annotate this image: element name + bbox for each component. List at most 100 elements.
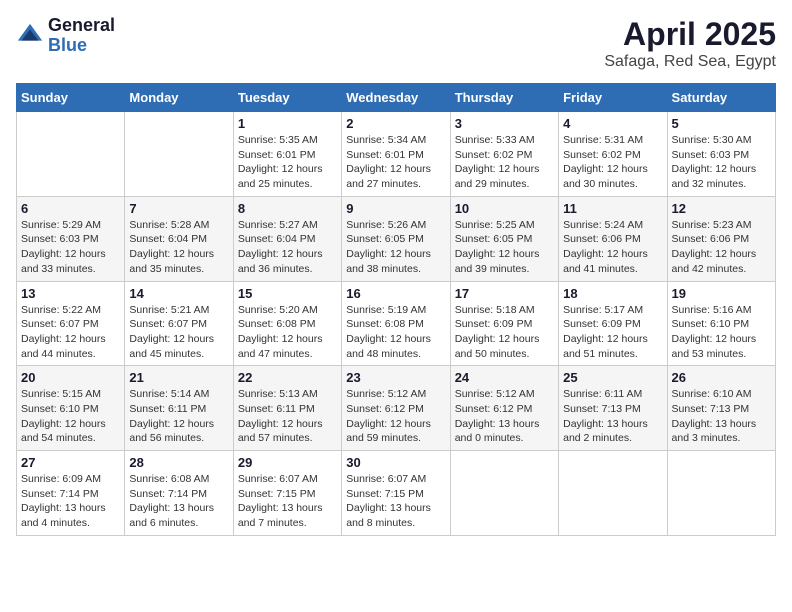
day-number: 25 [563,370,662,385]
calendar-cell: 30Sunrise: 6:07 AMSunset: 7:15 PMDayligh… [342,451,450,536]
page-header: General Blue April 2025 Safaga, Red Sea,… [16,16,776,71]
calendar-cell: 20 Sunrise: 5:15 AMSunset: 6:10 PMDayligh… [17,366,125,451]
calendar-cell: 19 Sunrise: 5:16 AMSunset: 6:10 PMDayligh… [667,281,775,366]
day-detail: Sunrise: 5:24 AMSunset: 6:06 PMDaylight:… [563,218,662,277]
day-detail: Sunrise: 5:25 AMSunset: 6:05 PMDaylight:… [455,218,554,277]
day-number: 22 [238,370,337,385]
calendar-cell: 10Sunrise: 5:25 AMSunset: 6:05 PMDayligh… [450,196,558,281]
day-number: 23 [346,370,445,385]
calendar-cell: 6 Sunrise: 5:29 AMSunset: 6:03 PMDaylight… [17,196,125,281]
logo-icon [16,22,44,50]
day-detail: Sunrise: 5:31 AMSunset: 6:02 PMDaylight:… [563,133,662,192]
calendar-cell: 14 Sunrise: 5:21 AMSunset: 6:07 PMDayligh… [125,281,233,366]
day-detail: Sunrise: 5:12 AMSunset: 6:12 PMDaylight:… [455,387,554,446]
day-detail: Sunrise: 5:28 AMSunset: 6:04 PMDaylight:… [129,218,228,277]
day-detail: Sunrise: 6:11 AMSunset: 7:13 PMDaylight:… [563,387,662,446]
calendar-cell: 16Sunrise: 5:19 AMSunset: 6:08 PMDayligh… [342,281,450,366]
day-detail: Sunrise: 5:17 AMSunset: 6:09 PMDaylight:… [563,303,662,362]
day-number: 21 [129,370,228,385]
calendar-cell [667,451,775,536]
logo-blue: Blue [48,36,115,56]
calendar-week-row: 13Sunrise: 5:22 AMSunset: 6:07 PMDayligh… [17,281,776,366]
calendar-cell: 22 Sunrise: 5:13 AMSunset: 6:11 PMDayligh… [233,366,341,451]
calendar-cell: 28 Sunrise: 6:08 AMSunset: 7:14 PMDayligh… [125,451,233,536]
calendar-week-row: 27 Sunrise: 6:09 AMSunset: 7:14 PMDayligh… [17,451,776,536]
day-detail: Sunrise: 5:34 AMSunset: 6:01 PMDaylight:… [346,133,445,192]
calendar-cell: 25 Sunrise: 6:11 AMSunset: 7:13 PMDayligh… [559,366,667,451]
day-number: 14 [129,286,228,301]
calendar-cell: 17 Sunrise: 5:18 AMSunset: 6:09 PMDayligh… [450,281,558,366]
calendar-cell: 23Sunrise: 5:12 AMSunset: 6:12 PMDayligh… [342,366,450,451]
day-detail: Sunrise: 5:21 AMSunset: 6:07 PMDaylight:… [129,303,228,362]
day-detail: Sunrise: 5:27 AMSunset: 6:04 PMDaylight:… [238,218,337,277]
day-number: 1 [238,116,337,131]
calendar-cell: 12 Sunrise: 5:23 AMSunset: 6:06 PMDayligh… [667,196,775,281]
weekday-header-row: SundayMondayTuesdayWednesdayThursdayFrid… [17,84,776,112]
calendar-cell: 24 Sunrise: 5:12 AMSunset: 6:12 PMDayligh… [450,366,558,451]
logo-general: General [48,16,115,36]
day-number: 7 [129,201,228,216]
day-detail: Sunrise: 6:08 AMSunset: 7:14 PMDaylight:… [129,472,228,531]
weekday-header: Wednesday [342,84,450,112]
day-number: 18 [563,286,662,301]
calendar-table: SundayMondayTuesdayWednesdayThursdayFrid… [16,83,776,536]
logo-text: General Blue [48,16,115,56]
calendar-cell: 15Sunrise: 5:20 AMSunset: 6:08 PMDayligh… [233,281,341,366]
calendar-cell [559,451,667,536]
day-number: 15 [238,286,337,301]
day-number: 11 [563,201,662,216]
day-detail: Sunrise: 5:13 AMSunset: 6:11 PMDaylight:… [238,387,337,446]
day-detail: Sunrise: 5:18 AMSunset: 6:09 PMDaylight:… [455,303,554,362]
day-number: 28 [129,455,228,470]
calendar-cell: 2Sunrise: 5:34 AMSunset: 6:01 PMDaylight… [342,112,450,197]
day-number: 13 [21,286,120,301]
day-number: 26 [672,370,771,385]
title-block: April 2025 Safaga, Red Sea, Egypt [604,16,776,71]
calendar-cell: 8Sunrise: 5:27 AMSunset: 6:04 PMDaylight… [233,196,341,281]
day-detail: Sunrise: 6:09 AMSunset: 7:14 PMDaylight:… [21,472,120,531]
day-number: 19 [672,286,771,301]
calendar-cell: 4 Sunrise: 5:31 AMSunset: 6:02 PMDaylight… [559,112,667,197]
day-detail: Sunrise: 5:30 AMSunset: 6:03 PMDaylight:… [672,133,771,192]
calendar-cell: 9 Sunrise: 5:26 AMSunset: 6:05 PMDaylight… [342,196,450,281]
weekday-header: Monday [125,84,233,112]
page-subtitle: Safaga, Red Sea, Egypt [604,53,776,71]
day-number: 20 [21,370,120,385]
calendar-week-row: 20 Sunrise: 5:15 AMSunset: 6:10 PMDayligh… [17,366,776,451]
day-detail: Sunrise: 5:16 AMSunset: 6:10 PMDaylight:… [672,303,771,362]
calendar-cell: 26 Sunrise: 6:10 AMSunset: 7:13 PMDayligh… [667,366,775,451]
day-detail: Sunrise: 5:35 AMSunset: 6:01 PMDaylight:… [238,133,337,192]
page-title: April 2025 [604,16,776,53]
calendar-cell: 5Sunrise: 5:30 AMSunset: 6:03 PMDaylight… [667,112,775,197]
day-number: 3 [455,116,554,131]
day-number: 16 [346,286,445,301]
calendar-cell: 13Sunrise: 5:22 AMSunset: 6:07 PMDayligh… [17,281,125,366]
calendar-cell [450,451,558,536]
calendar-cell [125,112,233,197]
day-number: 4 [563,116,662,131]
calendar-cell: 1 Sunrise: 5:35 AMSunset: 6:01 PMDaylight… [233,112,341,197]
day-number: 9 [346,201,445,216]
calendar-week-row: 6 Sunrise: 5:29 AMSunset: 6:03 PMDaylight… [17,196,776,281]
day-detail: Sunrise: 6:10 AMSunset: 7:13 PMDaylight:… [672,387,771,446]
calendar-cell: 7 Sunrise: 5:28 AMSunset: 6:04 PMDaylight… [125,196,233,281]
weekday-header: Sunday [17,84,125,112]
day-detail: Sunrise: 5:23 AMSunset: 6:06 PMDaylight:… [672,218,771,277]
calendar-cell: 11 Sunrise: 5:24 AMSunset: 6:06 PMDayligh… [559,196,667,281]
day-detail: Sunrise: 5:29 AMSunset: 6:03 PMDaylight:… [21,218,120,277]
day-detail: Sunrise: 5:15 AMSunset: 6:10 PMDaylight:… [21,387,120,446]
calendar-cell: 18 Sunrise: 5:17 AMSunset: 6:09 PMDayligh… [559,281,667,366]
day-detail: Sunrise: 5:26 AMSunset: 6:05 PMDaylight:… [346,218,445,277]
day-detail: Sunrise: 5:14 AMSunset: 6:11 PMDaylight:… [129,387,228,446]
day-detail: Sunrise: 6:07 AMSunset: 7:15 PMDaylight:… [346,472,445,531]
weekday-header: Friday [559,84,667,112]
calendar-week-row: 1 Sunrise: 5:35 AMSunset: 6:01 PMDaylight… [17,112,776,197]
calendar-cell: 3Sunrise: 5:33 AMSunset: 6:02 PMDaylight… [450,112,558,197]
day-number: 6 [21,201,120,216]
day-number: 27 [21,455,120,470]
day-detail: Sunrise: 6:07 AMSunset: 7:15 PMDaylight:… [238,472,337,531]
logo: General Blue [16,16,115,56]
day-number: 17 [455,286,554,301]
day-number: 12 [672,201,771,216]
day-number: 24 [455,370,554,385]
